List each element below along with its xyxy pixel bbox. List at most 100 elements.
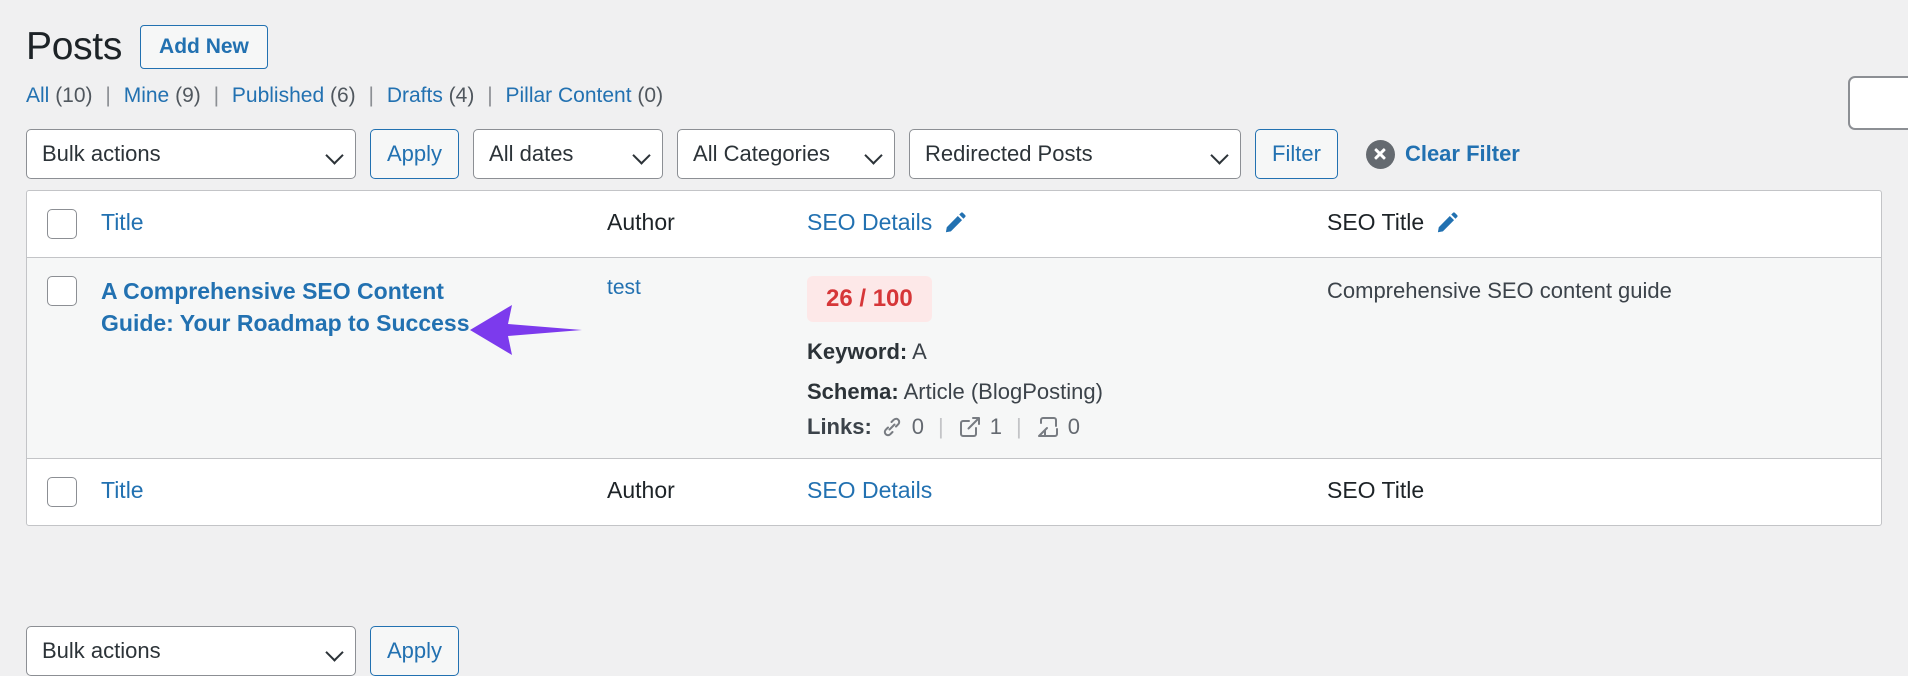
post-author-link[interactable]: test xyxy=(607,276,641,299)
chevron-down-icon xyxy=(1210,146,1229,165)
page-title: Posts xyxy=(26,24,123,68)
internal-link-icon xyxy=(880,415,904,439)
dates-filter-value: All dates xyxy=(489,141,574,166)
filter-toolbar: Bulk actions Apply All dates All Categor… xyxy=(0,108,1908,184)
row-seo-title-cell: Comprehensive SEO content guide xyxy=(1317,258,1881,325)
status-separator-3: | xyxy=(368,84,374,107)
row-title-cell: A Comprehensive SEO Content Guide: Your … xyxy=(97,258,597,357)
header-seo-details-cell: SEO Details xyxy=(797,191,1317,254)
filter-button[interactable]: Filter xyxy=(1255,129,1338,179)
seo-keyword-line: Keyword: A xyxy=(807,332,1307,372)
header-seo-details-group: SEO Details xyxy=(807,209,968,236)
seo-schema-line: Schema: Article (BlogPosting) xyxy=(807,372,1307,412)
bulk-actions-select[interactable]: Bulk actions xyxy=(26,129,356,179)
status-link-mine-wrap: Mine (9) xyxy=(124,84,207,107)
status-link-all[interactable]: All xyxy=(26,84,49,107)
status-link-drafts-wrap: Drafts (4) xyxy=(387,84,480,107)
status-link-published[interactable]: Published xyxy=(232,84,324,107)
header-sort-title[interactable]: Title xyxy=(101,209,144,235)
search-input[interactable] xyxy=(1848,76,1908,130)
clear-filter-button[interactable]: Clear Filter xyxy=(1365,139,1520,169)
seo-score-badge: 26 / 100 xyxy=(807,276,932,322)
seo-title-value: Comprehensive SEO content guide xyxy=(1327,278,1672,303)
status-separator-4: | xyxy=(487,84,493,107)
bottom-filter-toolbar: Bulk actions Apply xyxy=(26,626,460,676)
circle-x-icon xyxy=(1365,139,1395,169)
header-author-label: Author xyxy=(607,209,675,235)
footer-seo-title-cell: SEO Title xyxy=(1317,459,1881,522)
status-count-published: (6) xyxy=(329,84,356,107)
table-row: A Comprehensive SEO Content Guide: Your … xyxy=(27,258,1881,459)
select-all-checkbox[interactable] xyxy=(47,209,77,239)
status-count-all: (10) xyxy=(55,84,93,107)
footer-seo-details-link[interactable]: SEO Details xyxy=(807,477,932,503)
status-link-pillar-wrap: Pillar Content (0) xyxy=(506,84,664,107)
header-author-cell: Author xyxy=(597,191,797,254)
seo-links-line: Links: 0 | 1 | 0 xyxy=(807,414,1307,440)
footer-sort-title[interactable]: Title xyxy=(101,477,144,503)
table-header-row: Title Author SEO Details SEO Title xyxy=(27,191,1881,258)
row-seo-details-cell: 26 / 100 Keyword: A Schema: Article (Blo… xyxy=(797,258,1317,458)
status-link-published-wrap: Published (6) xyxy=(232,84,362,107)
footer-title-cell: Title xyxy=(97,459,597,522)
status-count-pillar-content: (0) xyxy=(637,84,664,107)
footer-checkbox-cell xyxy=(27,459,97,525)
redirected-posts-select[interactable]: Redirected Posts xyxy=(909,129,1242,179)
inbound-link-count: 0 xyxy=(1067,414,1080,440)
schema-label: Schema: xyxy=(807,379,899,405)
chevron-down-icon xyxy=(632,146,651,165)
posts-table: Title Author SEO Details SEO Title A Com… xyxy=(26,190,1882,527)
row-checkbox-cell xyxy=(27,258,97,324)
chevron-down-icon xyxy=(864,146,883,165)
links-label: Links: xyxy=(807,414,872,440)
status-count-mine: (9) xyxy=(175,84,201,107)
header-seo-title-label: SEO Title xyxy=(1327,209,1425,235)
chevron-down-icon xyxy=(325,643,344,662)
external-link-count: 1 xyxy=(989,414,1003,440)
status-separator-2: | xyxy=(213,84,220,107)
footer-seo-title-label: SEO Title xyxy=(1327,477,1425,504)
links-divider-2: | xyxy=(1016,414,1022,440)
table-footer-row: Title Author SEO Details SEO Title xyxy=(27,458,1881,525)
pencil-icon[interactable] xyxy=(942,210,968,236)
schema-value: Article (BlogPosting) xyxy=(903,379,1103,405)
status-count-drafts: (4) xyxy=(448,84,475,107)
status-filter-links: All (10) | Mine (9) | Published (6) | Dr… xyxy=(0,72,1908,108)
select-all-checkbox-footer[interactable] xyxy=(47,477,77,508)
clear-filter-label: Clear Filter xyxy=(1404,141,1520,166)
header-seo-details-link[interactable]: SEO Details xyxy=(807,209,932,236)
status-link-all-wrap: All (10) xyxy=(26,84,98,107)
keyword-label: Keyword: xyxy=(807,339,908,364)
bulk-actions-value-bottom: Bulk actions xyxy=(42,638,161,663)
post-title-link[interactable]: A Comprehensive SEO Content Guide: Your … xyxy=(101,276,521,339)
footer-author-cell: Author xyxy=(597,459,797,522)
status-link-drafts[interactable]: Drafts xyxy=(387,84,443,107)
categories-filter-value: All Categories xyxy=(693,141,830,166)
status-separator-1: | xyxy=(105,84,111,107)
header-seo-title-cell: SEO Title xyxy=(1317,191,1881,254)
row-select-checkbox[interactable] xyxy=(47,276,77,306)
status-link-mine[interactable]: Mine xyxy=(124,84,170,107)
page-header: Posts Add New xyxy=(0,0,1908,72)
bulk-actions-value: Bulk actions xyxy=(42,141,161,166)
bulk-actions-select-bottom[interactable]: Bulk actions xyxy=(26,626,356,676)
row-author-cell: test xyxy=(597,258,797,318)
redirected-posts-value: Redirected Posts xyxy=(925,141,1093,166)
header-checkbox-cell xyxy=(27,191,97,257)
posts-admin-page: Posts Add New All (10) | Mine (9) | Publ… xyxy=(0,0,1908,676)
chevron-down-icon xyxy=(325,146,344,165)
status-link-pillar-content[interactable]: Pillar Content xyxy=(506,84,632,107)
categories-filter-select[interactable]: All Categories xyxy=(677,129,896,179)
apply-button[interactable]: Apply xyxy=(370,129,460,179)
add-new-button[interactable]: Add New xyxy=(140,25,268,69)
footer-author-label: Author xyxy=(607,477,675,504)
external-link-icon xyxy=(958,415,982,439)
footer-seo-details-cell: SEO Details xyxy=(797,459,1317,522)
pencil-icon[interactable] xyxy=(1434,210,1460,236)
inbound-link-icon xyxy=(1036,415,1060,439)
links-divider-1: | xyxy=(938,414,944,440)
dates-filter-select[interactable]: All dates xyxy=(473,129,664,179)
keyword-value: A xyxy=(912,339,927,364)
apply-button-bottom[interactable]: Apply xyxy=(370,626,460,676)
header-seo-title-group: SEO Title xyxy=(1327,209,1460,236)
